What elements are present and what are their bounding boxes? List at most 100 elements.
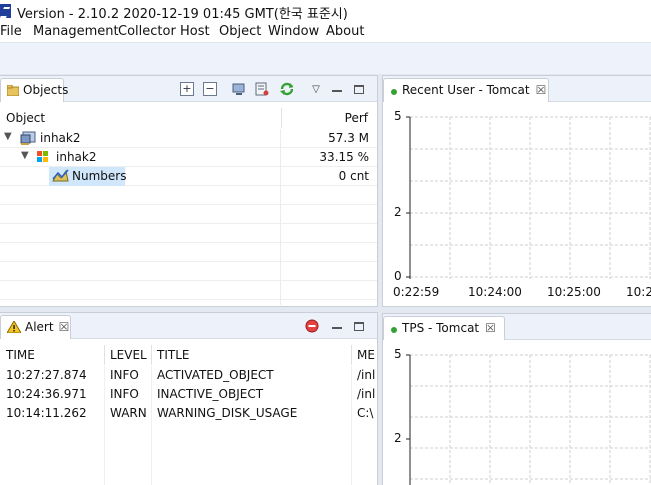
x-tick-label: 10:25:00 — [547, 285, 601, 299]
tree-row[interactable]: ▼ inhak2 57.3 M — [0, 129, 377, 148]
minimize-objects-button[interactable] — [330, 82, 344, 96]
objects-tabstrip: Objects + − ▽ — [0, 76, 377, 102]
tab-recent-user[interactable]: Recent User - Tomcat ☒ — [383, 78, 549, 102]
app-logo-icon — [0, 4, 11, 18]
column-divider — [351, 366, 352, 485]
alert-message: C:\ — [357, 406, 374, 420]
column-title[interactable]: TITLE — [151, 345, 189, 365]
empty-row — [0, 205, 377, 224]
collapse-all-button[interactable]: − — [203, 82, 217, 96]
alert-level: WARN — [110, 406, 147, 420]
alert-level: INFO — [110, 387, 139, 401]
alert-title: ACTIVATED_OBJECT — [157, 368, 274, 382]
tree-row[interactable]: ▼ inhak2 33.15 % — [0, 148, 377, 167]
title-bar: Version - 2.10.2 2020-12-19 01:45 GMT(한국… — [0, 0, 651, 22]
tree-item-label: Numbers — [72, 169, 127, 183]
alert-message: /inl — [357, 368, 376, 382]
status-dot-icon — [391, 327, 397, 333]
x-tick-label: 10:26 — [626, 285, 651, 299]
objects-panel: Objects + − ▽ Object Perf ▼ inhak2 57.3 … — [0, 75, 378, 307]
table-row[interactable]: 10:14:11.262 WARN WARNING_DISK_USAGE C:\ — [0, 404, 377, 423]
column-message[interactable]: ME — [351, 345, 375, 365]
counter-icon — [52, 169, 69, 182]
maximize-objects-button[interactable] — [352, 82, 366, 96]
alert-message: /inl — [357, 387, 376, 401]
tree-item-label: inhak2 — [40, 131, 81, 145]
warning-icon — [7, 321, 21, 333]
minimize-alert-button[interactable] — [330, 319, 344, 333]
expand-all-button[interactable]: + — [180, 82, 194, 96]
tps-chart: 52 — [383, 341, 651, 485]
tps-panel: TPS - Tomcat ☒ 52 — [382, 313, 651, 485]
recent-user-panel: Recent User - Tomcat ☒ 5 2 0 0:22:59 10:24:00… — [382, 75, 651, 307]
chevron-down-icon[interactable]: ▼ — [21, 150, 29, 161]
y-tick-label: 0 — [394, 269, 402, 283]
folder-icon — [7, 85, 19, 96]
y-tick-label: 2 — [394, 205, 402, 219]
object-filter-icon[interactable] — [255, 82, 269, 96]
y-tick-label: 5 — [394, 347, 402, 361]
empty-row — [0, 224, 377, 243]
x-tick-label: 10:24:00 — [468, 285, 522, 299]
tree-item-perf: 57.3 M — [328, 131, 369, 145]
clear-alerts-button[interactable] — [305, 319, 319, 333]
tab-objects-label: Objects — [23, 83, 69, 97]
tab-alert-label: Alert — [25, 320, 54, 334]
chevron-down-icon[interactable]: ▼ — [4, 131, 12, 142]
tab-objects[interactable]: Objects — [0, 78, 68, 102]
menu-about[interactable]: About — [326, 24, 364, 39]
table-row[interactable]: 10:24:36.971 INFO INACTIVE_OBJECT /inl — [0, 385, 377, 404]
y-tick-label: 2 — [394, 431, 402, 445]
alert-tabstrip: Alert ☒ — [0, 313, 377, 339]
close-icon[interactable]: ☒ — [485, 321, 496, 335]
empty-row — [0, 186, 377, 205]
recent-user-tabstrip: Recent User - Tomcat ☒ — [383, 76, 651, 102]
tree-item-label: inhak2 — [56, 150, 97, 164]
column-divider — [280, 129, 281, 305]
windows-icon — [37, 151, 48, 162]
column-perf[interactable]: Perf — [281, 108, 371, 128]
recent-user-chart: 5 2 0 0:22:59 10:24:00 10:25:00 10:26 — [383, 103, 651, 307]
chart-svg — [406, 116, 651, 279]
tree-row[interactable]: Numbers 0 cnt — [0, 167, 377, 186]
tab-tps[interactable]: TPS - Tomcat ☒ — [383, 316, 505, 340]
x-tick-label: 0:22:59 — [393, 285, 440, 299]
empty-row — [0, 262, 377, 281]
column-time[interactable]: TIME — [6, 345, 35, 365]
alert-panel: Alert ☒ TIME LEVEL TITLE ME 10:27:27.874 … — [0, 312, 378, 485]
menu-collector[interactable]: Collector — [118, 24, 176, 39]
alert-time: 10:27:27.874 — [6, 368, 87, 382]
main-toolbar — [0, 42, 651, 74]
column-object[interactable]: Object — [6, 108, 45, 128]
y-tick-label: 5 — [394, 109, 402, 123]
alert-time: 10:24:36.971 — [6, 387, 87, 401]
alert-level: INFO — [110, 368, 139, 382]
menu-bar: File Management Collector Host Object Wi… — [0, 22, 651, 42]
empty-row — [0, 243, 377, 262]
tab-tps-label: TPS - Tomcat — [402, 321, 480, 335]
refresh-icon[interactable] — [279, 82, 293, 96]
tab-alert[interactable]: Alert ☒ — [0, 315, 71, 339]
menu-file[interactable]: File — [0, 24, 22, 39]
alert-title: INACTIVE_OBJECT — [157, 387, 264, 401]
column-divider — [104, 366, 105, 485]
menu-management[interactable]: Management — [33, 24, 119, 39]
alert-time: 10:14:11.262 — [6, 406, 87, 420]
tree-item-perf: 33.15 % — [319, 150, 369, 164]
close-icon[interactable]: ☒ — [59, 320, 70, 334]
close-icon[interactable]: ☒ — [536, 83, 547, 97]
tab-recent-user-label: Recent User - Tomcat — [402, 83, 530, 97]
maximize-alert-button[interactable] — [352, 319, 366, 333]
menu-window[interactable]: Window — [268, 24, 319, 39]
host-icon — [20, 131, 36, 145]
view-menu-icon[interactable]: ▽ — [309, 82, 323, 96]
server-icon[interactable] — [232, 82, 246, 96]
alert-title: WARNING_DISK_USAGE — [157, 406, 298, 420]
menu-host[interactable]: Host — [180, 24, 210, 39]
menu-object[interactable]: Object — [219, 24, 261, 39]
tree-item-perf: 0 cnt — [338, 169, 369, 183]
window-title: Version - 2.10.2 2020-12-19 01:45 GMT(한국… — [17, 7, 348, 22]
column-level[interactable]: LEVEL — [104, 345, 147, 365]
chart-svg — [406, 354, 651, 485]
table-row[interactable]: 10:27:27.874 INFO ACTIVATED_OBJECT /inl — [0, 366, 377, 385]
